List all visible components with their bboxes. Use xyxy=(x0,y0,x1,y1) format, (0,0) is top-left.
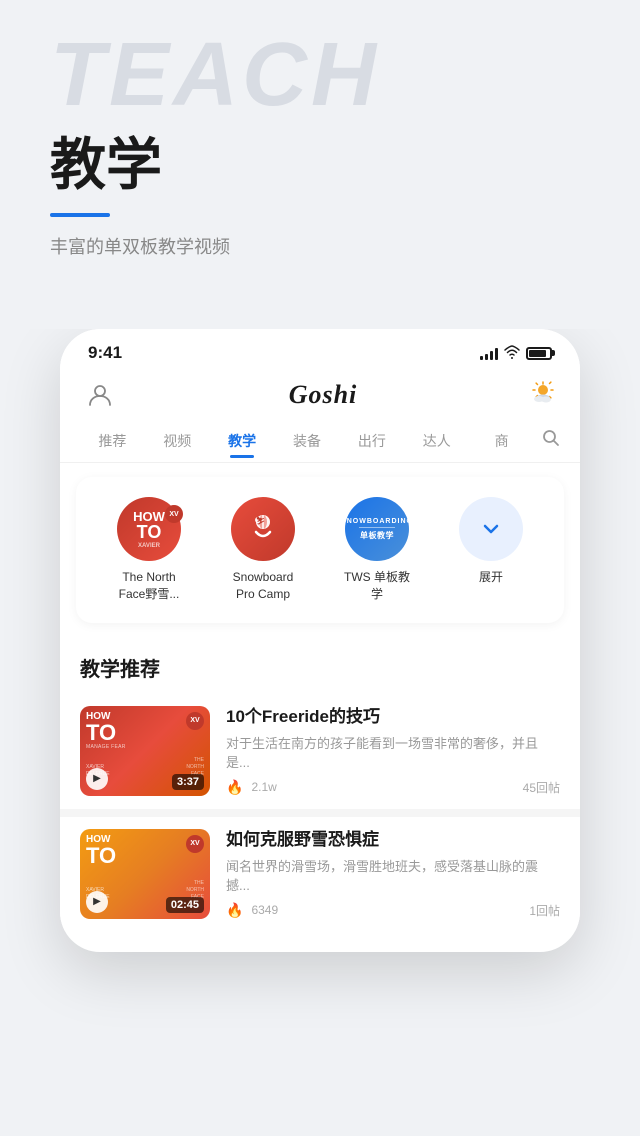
view-count-1: 2.1w xyxy=(251,780,276,794)
tab-recommend[interactable]: 推荐 xyxy=(80,425,145,457)
video-card-1[interactable]: HOW TO MANAGE FEAR XV XAVIERDELERUE THEN… xyxy=(60,694,580,808)
nav-tabs: 推荐 视频 教学 装备 出行 达人 商 xyxy=(60,419,580,463)
card-divider xyxy=(60,809,580,817)
video-info-1: 10个Freeride的技巧 对于生活在南方的孩子能看到一场雪非常的奢侈，并且是… xyxy=(226,706,560,796)
app-logo: Goshi xyxy=(289,380,358,410)
hero-subtitle: 丰富的单双板教学视频 xyxy=(50,233,590,259)
video-thumb-1: HOW TO MANAGE FEAR XV XAVIERDELERUE THEN… xyxy=(80,706,210,796)
fire-icon-1: 🔥 xyxy=(226,779,243,796)
status-icons xyxy=(480,345,552,362)
avatar-icon[interactable] xyxy=(84,379,116,411)
play-button-1[interactable]: ▶ xyxy=(86,768,108,790)
view-count-2: 6349 xyxy=(251,903,278,917)
status-bar: 9:41 xyxy=(60,329,580,371)
category-tws[interactable]: SNOWboarding 单板教学 TWS 单板教学 xyxy=(320,497,434,603)
phone-mockup: 9:41 xyxy=(60,329,580,952)
category-snowboard[interactable]: ⛷ SnowboardPro Camp xyxy=(206,497,320,603)
video-meta-1: 🔥 2.1w 45回帖 xyxy=(226,779,560,796)
fire-icon-2: 🔥 xyxy=(226,902,243,919)
video-desc-1: 对于生活在南方的孩子能看到一场雪非常的奢侈，并且是... xyxy=(226,734,560,773)
video-duration-1: 3:37 xyxy=(172,774,204,790)
reply-count-2: 1回帖 xyxy=(529,902,560,919)
video-thumb-2: HOW TO XV XAVIERDELERUE THENORTHFACE ▶ 0… xyxy=(80,829,210,919)
categories-section: HOW TO XAVIER XV The NorthFace野雪... xyxy=(76,477,564,623)
recommended-title: 教学推荐 xyxy=(60,637,580,694)
weather-icon[interactable] xyxy=(530,379,556,411)
hero-underline xyxy=(50,213,110,217)
category-expand[interactable]: 展开 xyxy=(434,497,548,586)
play-button-2[interactable]: ▶ xyxy=(86,891,108,913)
status-time: 9:41 xyxy=(88,343,122,363)
north-face-label: The NorthFace野雪... xyxy=(119,569,180,603)
svg-text:⛷: ⛷ xyxy=(256,516,265,525)
video-card-2[interactable]: HOW TO XV XAVIERDELERUE THENORTHFACE ▶ 0… xyxy=(60,817,580,931)
video-desc-2: 闻名世界的滑雪场，滑雪胜地班夫，感受落基山脉的震撼... xyxy=(226,857,560,896)
signal-icon xyxy=(480,346,498,360)
tab-master[interactable]: 达人 xyxy=(404,425,469,457)
tws-icon: SNOWboarding 单板教学 xyxy=(345,497,409,561)
categories-row: HOW TO XAVIER XV The NorthFace野雪... xyxy=(92,497,548,603)
tws-label: TWS 单板教学 xyxy=(344,569,410,603)
hero-en-title: TEACH xyxy=(50,30,380,120)
reply-count-1: 45回帖 xyxy=(523,779,560,796)
tab-gear[interactable]: 装备 xyxy=(275,425,340,457)
phone-wrapper: 9:41 xyxy=(0,329,640,952)
video-meta-2: 🔥 6349 1回帖 xyxy=(226,902,560,919)
battery-icon xyxy=(526,347,552,360)
expand-arrow xyxy=(459,497,523,561)
video-title-2: 如何克服野雪恐惧症 xyxy=(226,829,560,851)
search-icon[interactable] xyxy=(534,423,560,458)
tab-travel[interactable]: 出行 xyxy=(339,425,404,457)
expand-label: 展开 xyxy=(479,569,503,586)
video-info-2: 如何克服野雪恐惧症 闻名世界的滑雪场，滑雪胜地班夫，感受落基山脉的震撼... 🔥… xyxy=(226,829,560,919)
video-title-1: 10个Freeride的技巧 xyxy=(226,706,560,728)
tab-teach[interactable]: 教学 xyxy=(210,425,275,457)
snowboard-icon: ⛷ xyxy=(231,497,295,561)
category-north-face[interactable]: HOW TO XAVIER XV The NorthFace野雪... xyxy=(92,497,206,603)
hero-section: TEACH 教学 丰富的单双板教学视频 xyxy=(0,0,640,329)
tab-shop[interactable]: 商 xyxy=(469,425,534,457)
hero-zh-title: 教学 xyxy=(50,120,590,201)
wifi-icon xyxy=(504,345,520,362)
video-duration-2: 02:45 xyxy=(166,897,204,913)
app-header: Goshi xyxy=(60,371,580,419)
tab-video[interactable]: 视频 xyxy=(145,425,210,457)
snowboard-label: SnowboardPro Camp xyxy=(233,569,294,603)
